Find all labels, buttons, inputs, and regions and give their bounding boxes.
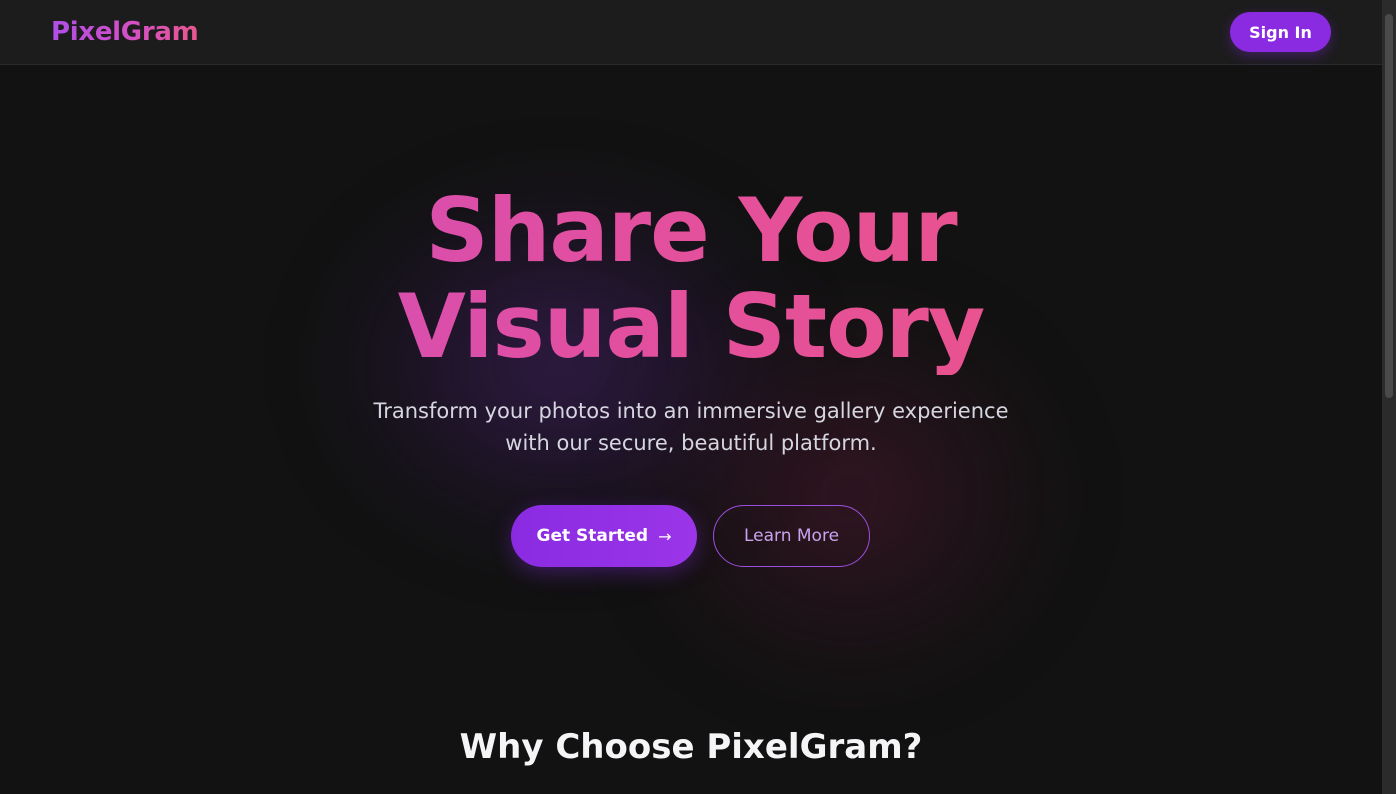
get-started-button[interactable]: Get Started → <box>511 505 697 567</box>
top-navbar: PixelGram Sign In <box>0 0 1382 65</box>
page-scrollbar[interactable] <box>1382 0 1396 794</box>
logo[interactable]: PixelGram <box>51 17 199 47</box>
scrollbar-thumb[interactable] <box>1385 14 1393 398</box>
hero-section: Share Your Visual Story Transform your p… <box>0 65 1382 794</box>
hero-headline-line1: Share Your <box>0 183 1382 279</box>
hero-headline: Share Your Visual Story <box>0 183 1382 375</box>
hero-headline-line2: Visual Story <box>0 279 1382 375</box>
get-started-label: Get Started <box>536 526 649 546</box>
arrow-right-icon: → <box>658 526 672 546</box>
hero-subtitle-line1: Transform your photos into an immersive … <box>373 399 1009 423</box>
features-section-title: Why Choose PixelGram? <box>459 727 923 767</box>
hero-cta-row: Get Started → Learn More <box>511 505 870 567</box>
sign-in-button[interactable]: Sign In <box>1230 12 1331 52</box>
hero-subtitle: Transform your photos into an immersive … <box>0 395 1382 459</box>
hero-subtitle-line2: with our secure, beautiful platform. <box>505 431 877 455</box>
learn-more-button[interactable]: Learn More <box>713 505 870 567</box>
